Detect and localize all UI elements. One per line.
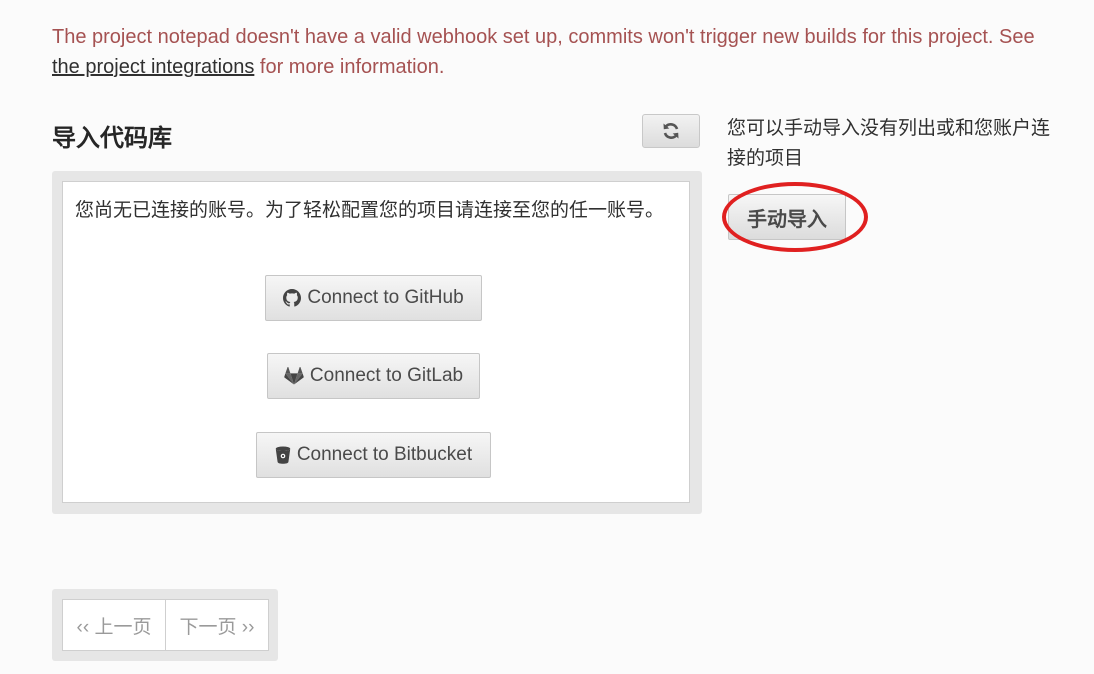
manual-import-button[interactable]: 手动导入 bbox=[728, 194, 846, 240]
no-accounts-message: 您尚无已连接的账号。为了轻松配置您的项目请连接至您的任一账号。 bbox=[75, 200, 665, 221]
warning-text-before: The project notepad doesn't have a valid… bbox=[52, 26, 1035, 48]
import-panel-body: 您尚无已连接的账号。为了轻松配置您的项目请连接至您的任一账号。 Connect … bbox=[62, 181, 690, 503]
warning-text-after: for more information. bbox=[254, 56, 445, 78]
manual-import-hint: 您可以手动导入没有列出或和您账户连接的项目 bbox=[727, 118, 1051, 169]
webhook-warning: The project notepad doesn't have a valid… bbox=[52, 22, 1052, 82]
connect-github-label: Connect to GitHub bbox=[307, 287, 464, 308]
gitlab-icon bbox=[284, 367, 304, 385]
bitbucket-icon bbox=[275, 446, 291, 464]
refresh-button[interactable] bbox=[642, 114, 700, 148]
connect-gitlab-button[interactable]: Connect to GitLab bbox=[267, 353, 480, 399]
pagination: ‹‹ 上一页 下一页 ›› bbox=[62, 599, 269, 651]
connect-bitbucket-label: Connect to Bitbucket bbox=[296, 444, 473, 465]
next-page-button[interactable]: 下一页 ›› bbox=[166, 600, 268, 650]
connect-github-button[interactable]: Connect to GitHub bbox=[265, 275, 482, 321]
connect-gitlab-label: Connect to GitLab bbox=[309, 365, 464, 386]
manual-import-area: 手动导入 bbox=[722, 182, 868, 252]
refresh-icon bbox=[663, 123, 679, 139]
connect-bitbucket-button[interactable]: Connect to Bitbucket bbox=[256, 432, 491, 478]
previous-page-button[interactable]: ‹‹ 上一页 bbox=[63, 600, 166, 650]
page-title: 导入代码库 bbox=[52, 125, 172, 152]
github-icon bbox=[283, 289, 302, 307]
project-integrations-link[interactable]: the project integrations bbox=[52, 56, 254, 78]
